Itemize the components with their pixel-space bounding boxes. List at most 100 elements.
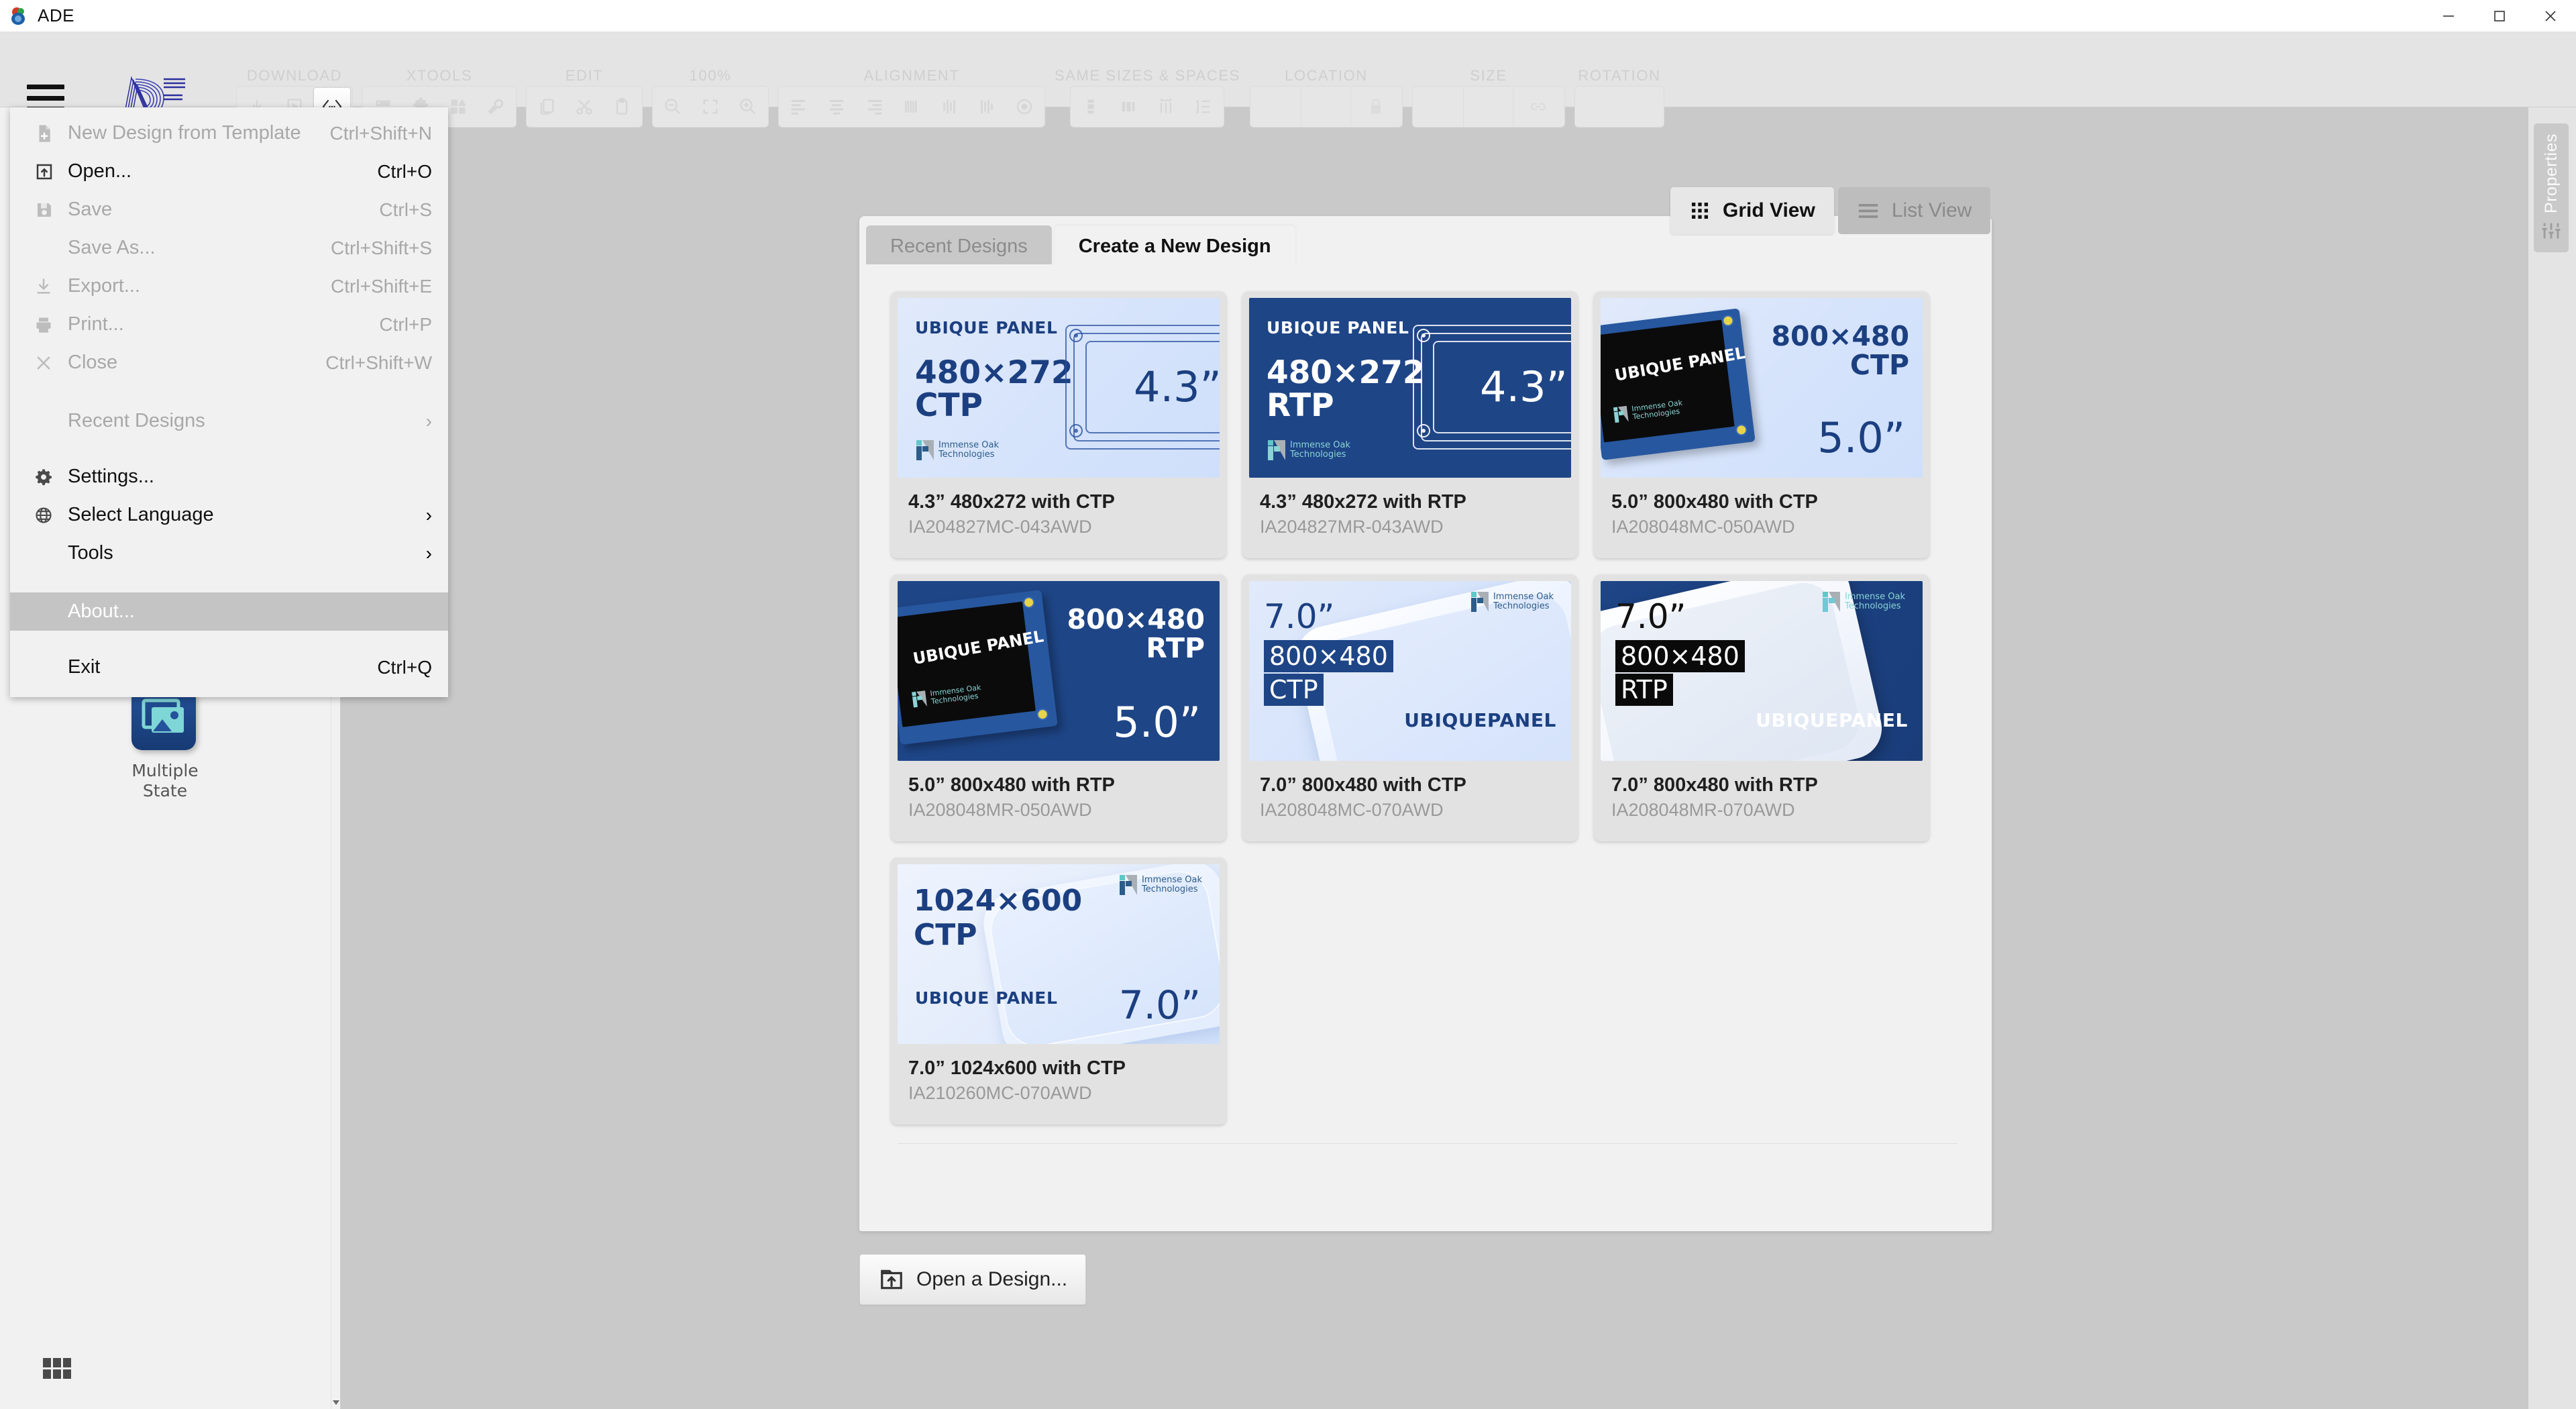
grid-view-button[interactable]: Grid View bbox=[1670, 187, 1834, 234]
thumb-resolution: 800×480 bbox=[1615, 640, 1745, 672]
thumb-resolution: 480×272RTP bbox=[1267, 357, 1394, 423]
thumb-size: 5.0” bbox=[1113, 698, 1201, 747]
scissors-icon[interactable] bbox=[566, 87, 603, 126]
zoom-in-icon[interactable] bbox=[729, 87, 767, 126]
thumb-size: 4.3” bbox=[1480, 362, 1568, 411]
template-card[interactable]: 7.0” 800×480 RTP UBIQUEPANEL Immense Oak… bbox=[1594, 574, 1929, 841]
template-thumbnail: 7.0” 800×480 CTP UBIQUEPANEL Immense Oak… bbox=[1249, 581, 1571, 761]
chevron-right-icon: › bbox=[426, 543, 432, 564]
content-tabs: Recent Designs Create a New Design bbox=[866, 223, 1295, 267]
export-icon bbox=[34, 277, 68, 296]
size-h-field[interactable] bbox=[1464, 87, 1513, 126]
loc-y-field[interactable] bbox=[1301, 87, 1351, 126]
thumb-resolution: 800×480RTP bbox=[1067, 605, 1205, 662]
thumb-touch: RTP bbox=[1615, 674, 1673, 706]
thumb-brand: UBIQUEPANEL bbox=[1404, 709, 1556, 731]
copy-icon[interactable] bbox=[528, 87, 566, 126]
menu-item-select-language[interactable]: Select Language › bbox=[10, 496, 448, 534]
distribute-h-icon[interactable] bbox=[893, 87, 930, 126]
grid-icon bbox=[1689, 200, 1711, 221]
list-icon bbox=[1857, 201, 1880, 221]
lock-icon[interactable] bbox=[1351, 87, 1401, 126]
align-left-icon[interactable] bbox=[780, 87, 818, 126]
link-icon[interactable] bbox=[1513, 87, 1563, 126]
app-logo-icon bbox=[9, 6, 30, 26]
template-part-number: IA204827MR-043AWD bbox=[1260, 517, 1563, 537]
thumb-brand: UBIQUE PANEL bbox=[915, 988, 1058, 1008]
ribbon-group-edit: EDIT bbox=[526, 66, 643, 127]
thumb-resolution: 800×480CTP bbox=[1771, 322, 1909, 379]
align-target-icon[interactable] bbox=[1006, 87, 1043, 126]
space-v-icon[interactable] bbox=[1185, 87, 1222, 126]
tab-create-new-design[interactable]: Create a New Design bbox=[1055, 225, 1295, 267]
loc-x-field[interactable] bbox=[1252, 87, 1301, 126]
fit-screen-icon[interactable] bbox=[692, 87, 729, 126]
section-divider bbox=[898, 1143, 1957, 1144]
rotation-field[interactable] bbox=[1576, 87, 1662, 126]
template-card[interactable]: UBIQUE PANEL Immense OakTechnologies 800… bbox=[1594, 291, 1929, 558]
open-icon bbox=[34, 162, 68, 182]
wrench-icon[interactable] bbox=[477, 87, 515, 126]
window-title: ADE bbox=[38, 5, 74, 26]
zoom-out-icon[interactable] bbox=[654, 87, 692, 126]
menu-item-export[interactable]: Export... Ctrl+Shift+E bbox=[10, 267, 448, 305]
template-card[interactable]: 1024×600CTP UBIQUE PANEL 7.0” Immense Oa… bbox=[891, 857, 1226, 1125]
close-button[interactable] bbox=[2525, 0, 2576, 32]
template-card[interactable]: 7.0” 800×480 CTP UBIQUEPANEL Immense Oak… bbox=[1242, 574, 1578, 841]
widget-grid-icon[interactable] bbox=[42, 1353, 72, 1384]
ribbon-group-location: LOCATION bbox=[1250, 66, 1403, 127]
tab-recent-designs[interactable]: Recent Designs bbox=[866, 225, 1052, 267]
menu-item-print[interactable]: Print... Ctrl+P bbox=[10, 305, 448, 344]
window-controls bbox=[2423, 0, 2576, 32]
vendor-logo: Immense OakTechnologies bbox=[1268, 440, 1350, 460]
distribute-v-icon[interactable] bbox=[968, 87, 1006, 126]
template-thumbnail: UBIQUE PANEL Immense OakTechnologies 800… bbox=[898, 581, 1220, 761]
space-h-icon[interactable] bbox=[1147, 87, 1185, 126]
align-center-icon[interactable] bbox=[818, 87, 855, 126]
vendor-logo: Immense OakTechnologies bbox=[1823, 592, 1905, 612]
window-titlebar: ADE bbox=[0, 0, 2576, 32]
template-part-number: IA208048MC-070AWD bbox=[1260, 800, 1563, 821]
paste-icon[interactable] bbox=[603, 87, 641, 126]
menu-item-open[interactable]: Open... Ctrl+O bbox=[10, 152, 448, 191]
thumb-brand: UBIQUE PANEL bbox=[915, 318, 1058, 337]
menu-item-recent-designs[interactable]: Recent Designs › bbox=[10, 402, 448, 440]
align-right-icon[interactable] bbox=[855, 87, 893, 126]
sliders-icon bbox=[2540, 219, 2563, 242]
widget-item-multiple-state[interactable]: MultipleState bbox=[0, 683, 330, 801]
menu-item-settings[interactable]: Settings... bbox=[10, 458, 448, 496]
template-card[interactable]: UBIQUE PANEL Immense OakTechnologies 800… bbox=[891, 574, 1226, 841]
same-width-icon[interactable] bbox=[1110, 87, 1147, 126]
maximize-button[interactable] bbox=[2474, 0, 2525, 32]
new-file-icon bbox=[34, 123, 68, 144]
menu-item-tools[interactable]: Tools › bbox=[10, 534, 448, 572]
thumb-brand: UBIQUEPANEL bbox=[1756, 709, 1908, 731]
template-card[interactable]: UBIQUE PANEL 480×272CTP Immense OakTechn… bbox=[891, 291, 1226, 558]
menu-item-about[interactable]: About... bbox=[10, 592, 448, 631]
thumb-size: 4.3” bbox=[1134, 362, 1220, 411]
minimize-button[interactable] bbox=[2423, 0, 2474, 32]
chevron-right-icon: › bbox=[426, 411, 432, 432]
ribbon-group-alignment: ALIGNMENT bbox=[778, 66, 1045, 127]
menu-item-exit[interactable]: Exit Ctrl+Q bbox=[10, 648, 448, 686]
list-view-button[interactable]: List View bbox=[1838, 187, 1991, 234]
distribute-center-icon[interactable] bbox=[930, 87, 968, 126]
menu-item-save[interactable]: Save Ctrl+S bbox=[10, 191, 448, 229]
template-card[interactable]: UBIQUE PANEL 480×272RTP Immense OakTechn… bbox=[1242, 291, 1578, 558]
template-thumbnail: 7.0” 800×480 RTP UBIQUEPANEL Immense Oak… bbox=[1601, 581, 1923, 761]
menu-item-new-design-from-template[interactable]: New Design from Template Ctrl+Shift+N bbox=[10, 114, 448, 152]
template-title: 5.0” 800x480 with RTP bbox=[908, 774, 1212, 796]
grid-view-label: Grid View bbox=[1723, 199, 1815, 222]
same-height-icon[interactable] bbox=[1072, 87, 1110, 126]
open-design-button[interactable]: Open a Design... bbox=[859, 1254, 1086, 1305]
chevron-right-icon: › bbox=[426, 505, 432, 526]
ribbon-groups: DOWNLOAD XTOOLS bbox=[236, 66, 1674, 140]
ribbon-group-same-sizes: SAME SIZES & SPACES bbox=[1055, 66, 1240, 127]
size-w-field[interactable] bbox=[1414, 87, 1464, 126]
menu-item-save-as[interactable]: Save As... Ctrl+Shift+S bbox=[10, 229, 448, 267]
properties-panel-tab[interactable]: Properties bbox=[2534, 123, 2569, 252]
menu-item-close[interactable]: Close Ctrl+Shift+W bbox=[10, 344, 448, 382]
template-title: 7.0” 800x480 with RTP bbox=[1611, 774, 1915, 796]
save-icon bbox=[34, 200, 68, 220]
scroll-down-arrow-icon[interactable] bbox=[333, 1400, 339, 1405]
